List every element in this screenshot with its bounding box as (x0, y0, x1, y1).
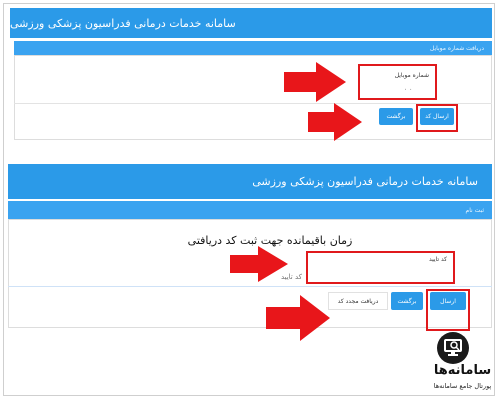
red-arrow-icon (266, 295, 330, 341)
code-label: کد تایید (428, 256, 447, 263)
code-field-highlight: کد تایید (306, 251, 455, 284)
red-arrow-icon (230, 246, 288, 282)
back-button[interactable]: برگشت (379, 108, 413, 125)
back-button[interactable]: برگشت (391, 292, 423, 310)
mobile-field-highlight: شماره موبایل ۰ ۰ (358, 64, 437, 100)
panel1-subtitle: دریافت شماره موبایل (14, 41, 492, 55)
monitor-magnifier-icon (437, 332, 469, 364)
red-arrow-icon (284, 62, 346, 102)
panel2-title: سامانه خدمات درمانی فدراسیون پزشکی ورزشی (8, 164, 492, 199)
panel2-subtitle: ثبت نام (8, 201, 492, 219)
register-button[interactable]: ارسال (430, 292, 466, 310)
mobile-label: شماره موبایل (394, 72, 429, 79)
watermark-tagline: پورتال جامع سامانه‌ها (433, 382, 492, 390)
resend-code-button[interactable]: دریافت مجدد کد (328, 292, 388, 310)
watermark-name: سامانه‌ها (433, 363, 492, 378)
send-code-button[interactable]: ارسال کد (420, 108, 454, 125)
panel1-title: سامانه خدمات درمانی فدراسیون پزشکی ورزشی (10, 8, 492, 38)
mobile-field[interactable]: ۰ ۰ (404, 86, 412, 93)
divider (8, 286, 492, 287)
watermark-logo: سامانه‌ها پورتال جامع سامانه‌ها (425, 330, 500, 401)
red-arrow-icon (308, 103, 362, 141)
